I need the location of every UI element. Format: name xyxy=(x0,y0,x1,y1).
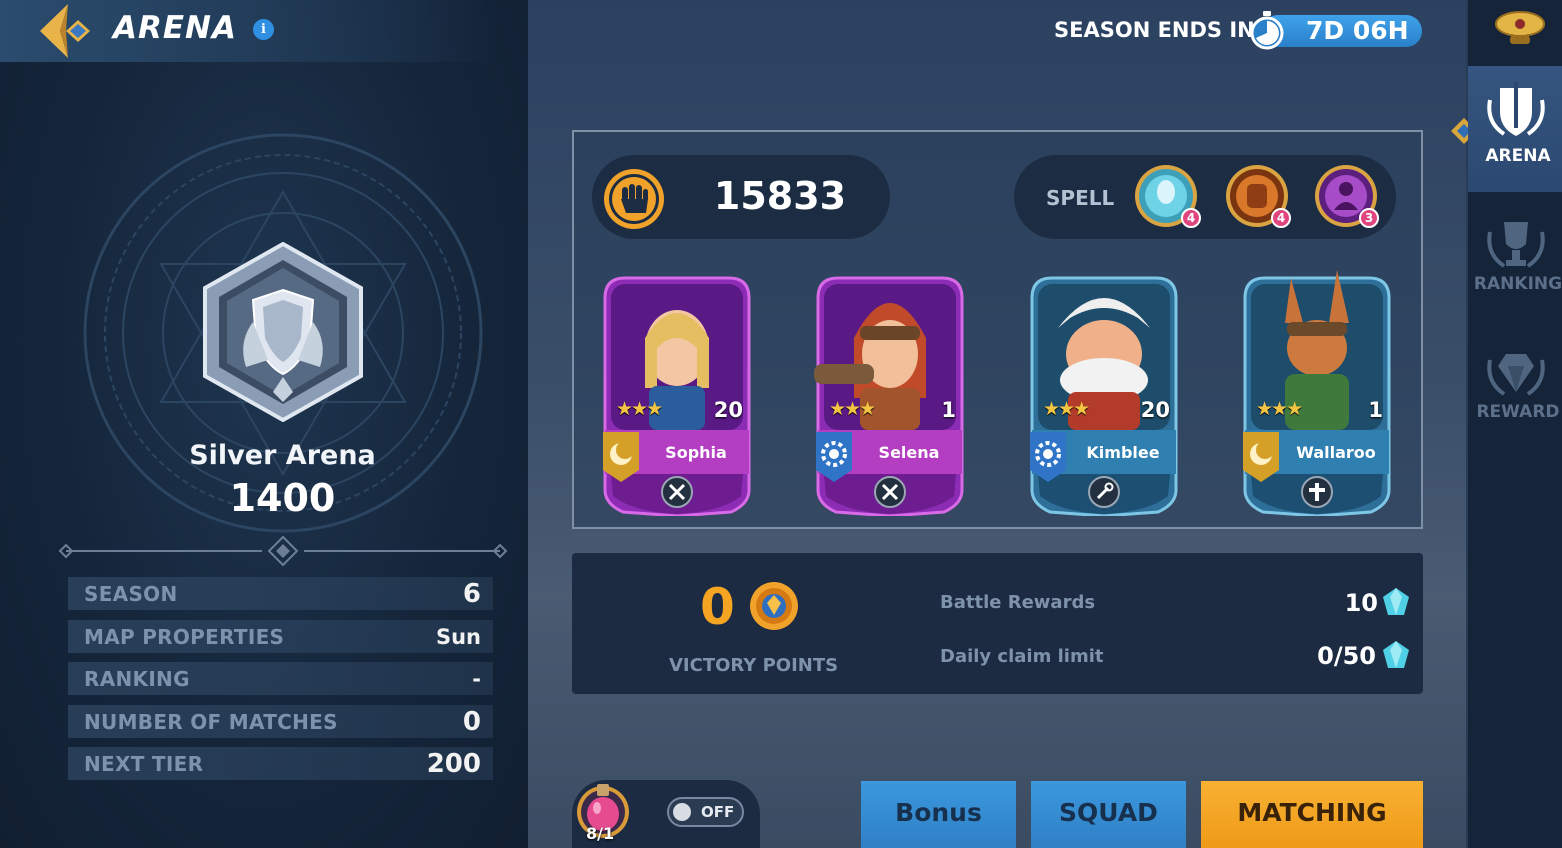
cross-role-icon xyxy=(1301,476,1333,508)
silver-arena-badge xyxy=(203,242,363,422)
nav-item-arena[interactable]: ARENA xyxy=(1468,66,1562,192)
matching-button[interactable]: MATCHING xyxy=(1201,781,1423,848)
toggle-knob xyxy=(673,803,691,821)
spell-level-badge: 4 xyxy=(1181,208,1201,228)
stat-value: Sun xyxy=(435,624,481,649)
stopwatch-icon xyxy=(1250,11,1284,50)
hero-name: Selena xyxy=(878,443,940,462)
hero-card-sophia[interactable]: ★★★ 20 Sophia xyxy=(601,268,753,516)
stat-value: 6 xyxy=(462,579,481,609)
hero-name: Sophia xyxy=(665,443,727,462)
fist-power-icon xyxy=(604,169,664,229)
moon-class-icon xyxy=(1243,432,1279,482)
arena-name: Silver Arena xyxy=(189,440,376,471)
hero-card-kimblee[interactable]: ★★★ 20 Kimblee xyxy=(1028,268,1180,516)
stat-label: SEASON xyxy=(84,582,178,606)
hero-name: Wallaroo xyxy=(1296,443,1376,462)
swords-role-icon xyxy=(661,476,693,508)
season-ends-label: SEASON ENDS IN xyxy=(1054,18,1255,42)
info-icon[interactable]: i xyxy=(253,19,274,40)
stat-row-ranking: RANKING - xyxy=(68,662,493,695)
arena-icon xyxy=(1487,82,1545,136)
arena-stats-list: SEASON 6 MAP PROPERTIES Sun RANKING - NU… xyxy=(68,577,493,790)
page-title: ARENA xyxy=(113,10,237,46)
victory-coin-icon xyxy=(750,582,798,630)
potion-count: 8/1 xyxy=(586,824,615,843)
victory-points-value: 0 xyxy=(700,578,735,636)
gem-icon xyxy=(1383,641,1409,668)
stat-label: RANKING xyxy=(84,667,190,691)
spell-label: SPELL xyxy=(1046,186,1115,210)
hero-card-wallaroo[interactable]: ★★★ 1 Wallaroo xyxy=(1241,268,1393,516)
bonus-button[interactable]: Bonus xyxy=(861,781,1016,848)
wrench-role-icon xyxy=(1088,476,1120,508)
hero-stars: ★★★ xyxy=(829,398,876,420)
stat-row-next-tier: NEXT TIER 200 xyxy=(68,747,493,780)
stat-label: NUMBER OF MATCHES xyxy=(84,709,338,734)
team-power-value: 15833 xyxy=(713,174,847,218)
battle-rewards-value: 10 xyxy=(1344,589,1378,617)
nav-label: REWARD xyxy=(1476,402,1560,422)
squad-button[interactable]: SQUAD xyxy=(1031,781,1186,848)
arena-score: 1400 xyxy=(229,476,336,520)
swords-role-icon xyxy=(874,476,906,508)
stat-label: MAP PROPERTIES xyxy=(84,624,285,649)
stat-row-season: SEASON 6 xyxy=(68,577,493,610)
hero-name: Kimblee xyxy=(1086,443,1160,462)
stat-value: - xyxy=(472,667,481,691)
season-remaining-time: 7D 06H xyxy=(1306,16,1409,45)
nav-label: ARENA xyxy=(1485,146,1551,166)
victory-points-label: VICTORY POINTS xyxy=(669,655,839,676)
hero-level: 1 xyxy=(941,398,956,422)
nav-item-reward[interactable]: REWARD xyxy=(1468,332,1562,458)
nav-label: RANKING xyxy=(1473,274,1562,294)
toggle-state: OFF xyxy=(701,803,735,821)
stat-row-number-of-matches: NUMBER OF MATCHES 0 xyxy=(68,704,493,738)
hero-level: 1 xyxy=(1368,398,1383,422)
gem-icon xyxy=(1383,588,1409,615)
stat-value: 200 xyxy=(426,749,481,779)
trophy-icon xyxy=(1487,222,1545,268)
spell-level-badge: 4 xyxy=(1271,208,1291,228)
auto-potion-toggle[interactable]: OFF xyxy=(667,797,744,827)
stat-value: 0 xyxy=(462,706,481,737)
back-button[interactable] xyxy=(38,2,94,60)
gear-class-icon xyxy=(816,432,852,482)
hero-stars: ★★★ xyxy=(1256,398,1303,420)
hero-level: 20 xyxy=(713,398,743,422)
battle-rewards-label: Battle Rewards xyxy=(940,592,1096,613)
hero-stars: ★★★ xyxy=(1043,398,1090,420)
hero-level: 20 xyxy=(1140,398,1170,422)
spell-level-badge: 3 xyxy=(1359,208,1379,228)
daily-limit-value: 0/50 xyxy=(1317,642,1376,670)
hero-stars: ★★★ xyxy=(616,398,663,420)
stat-label: NEXT TIER xyxy=(84,752,204,776)
moon-class-icon xyxy=(603,432,639,482)
daily-limit-label: Daily claim limit xyxy=(940,646,1104,667)
airship-icon[interactable] xyxy=(1490,8,1550,50)
nav-item-ranking[interactable]: RANKING xyxy=(1468,204,1562,330)
gear-class-icon xyxy=(1030,432,1066,482)
hero-card-selena[interactable]: ★★★ 1 Selena xyxy=(814,268,966,516)
divider-ornament xyxy=(58,536,508,566)
stat-row-map-properties: MAP PROPERTIES Sun xyxy=(68,619,493,653)
diamond-icon xyxy=(1487,354,1545,396)
